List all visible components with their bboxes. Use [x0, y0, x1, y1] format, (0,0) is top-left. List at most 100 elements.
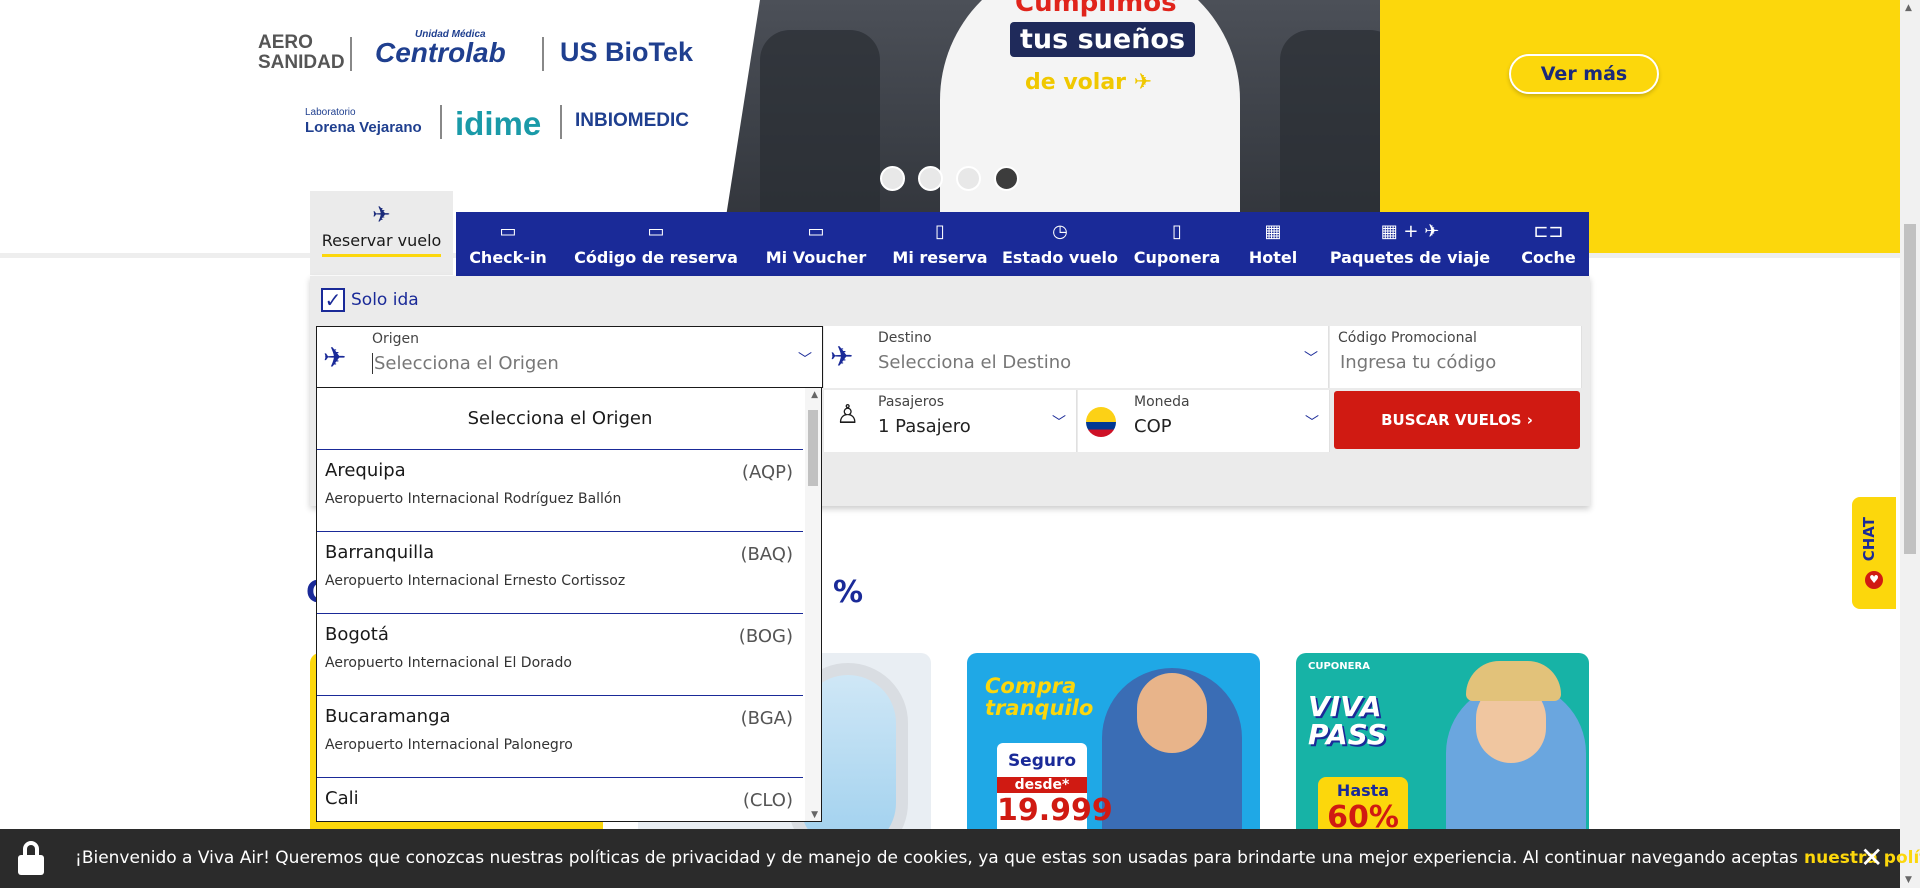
- scroll-down-icon[interactable]: ▼: [811, 810, 818, 820]
- promo-input[interactable]: Ingresa tu código: [1340, 352, 1496, 373]
- airport-name: Aeropuerto Internacional El Dorado: [325, 655, 572, 671]
- moneda-select[interactable]: COP: [1134, 416, 1172, 437]
- promo-field[interactable]: Código Promocional Ingresa tu código: [1330, 326, 1582, 388]
- cookie-text: ¡Bienvenido a Viva Air! Queremos que con…: [75, 848, 1799, 868]
- chevron-right-icon: ›: [1526, 411, 1533, 429]
- seguro-price: 19.999: [997, 793, 1113, 828]
- tab-label: Mi Voucher: [765, 248, 867, 267]
- checkbox-check-icon[interactable]: ✓: [321, 288, 345, 312]
- close-icon[interactable]: ✕: [1860, 841, 1883, 874]
- tab-estado-vuelo[interactable]: ◷ Estado vuelo: [1000, 212, 1120, 276]
- hero-text-2: tus sueños: [1010, 22, 1196, 57]
- scrollbar-thumb[interactable]: [1904, 224, 1916, 554]
- scroll-up-icon[interactable]: ▲: [1905, 3, 1912, 13]
- list-item[interactable]: Cali (CLO): [317, 778, 803, 821]
- tab-paquetes-viaje[interactable]: ▦ + ✈ Paquetes de viaje: [1312, 212, 1508, 276]
- scroll-down-icon[interactable]: ▼: [1905, 875, 1912, 885]
- chevron-down-icon[interactable]: ﹀: [798, 349, 812, 369]
- scroll-up-icon[interactable]: ▲: [811, 390, 818, 400]
- plane-icon: ✈: [830, 340, 854, 373]
- tab-label: Código de reserva: [574, 248, 738, 267]
- page-scrollbar[interactable]: ▲ ▼: [1900, 0, 1920, 888]
- man-face: [1137, 673, 1207, 753]
- tab-label: Hotel: [1248, 248, 1298, 267]
- list-item[interactable]: Bucaramanga (BGA) Aeropuerto Internacion…: [317, 696, 803, 778]
- tab-label: Check-in: [469, 248, 547, 267]
- tab-label: Estado vuelo: [1001, 248, 1119, 267]
- airport-code: (CLO): [742, 790, 793, 811]
- desde-label: desde*: [997, 777, 1087, 793]
- airport-name: Aeropuerto Internacional Ernesto Cortiss…: [325, 573, 626, 589]
- ticket-icon: ▭: [499, 221, 517, 242]
- promo-label: Código Promocional: [1338, 330, 1477, 346]
- section-title-fragment: %: [833, 575, 864, 610]
- voucher-icon: ▭: [807, 221, 825, 242]
- list-item[interactable]: Bogotá (BOG) Aeropuerto Internacional El…: [317, 614, 803, 696]
- origen-field[interactable]: ✈ Origen Selecciona el Origen ﹀: [316, 326, 823, 388]
- tab-coche[interactable]: ⊏⊐ Coche: [1508, 212, 1589, 276]
- carousel-dots: [880, 166, 1019, 191]
- buscar-vuelos-label: BUSCAR VUELOS: [1381, 411, 1522, 429]
- ver-mas-button[interactable]: Ver más: [1509, 54, 1659, 94]
- chevron-down-icon[interactable]: ﹀: [1052, 412, 1066, 432]
- tab-codigo-reserva[interactable]: ▭ Código de reserva: [560, 212, 752, 276]
- package-icon: ▦ + ✈: [1380, 221, 1440, 242]
- dropdown-scrollbar[interactable]: ▲ ▼: [805, 388, 821, 821]
- tab-label: Mi reserva: [892, 248, 988, 267]
- hasta-label: Hasta: [1336, 781, 1390, 800]
- buscar-vuelos-button[interactable]: BUSCAR VUELOS ›: [1334, 391, 1580, 449]
- carousel-dot-active[interactable]: [994, 166, 1019, 191]
- city-name: Cali: [325, 788, 359, 809]
- solo-ida-label: Solo ida: [351, 290, 419, 310]
- aero-sanidad-logo: AERO SANIDAD: [258, 32, 345, 73]
- pasajeros-field[interactable]: ♙ Pasajeros 1 Pasajero ﹀: [824, 390, 1077, 452]
- chevron-down-icon[interactable]: ﹀: [1305, 412, 1319, 432]
- chat-button[interactable]: CHAT ♥: [1852, 497, 1896, 609]
- tab-check-in[interactable]: ▭ Check-in: [456, 212, 560, 276]
- hat-image: [1466, 661, 1561, 701]
- destino-field[interactable]: ✈ Destino Selecciona el Destino ﹀: [824, 326, 1329, 388]
- carousel-dot[interactable]: [880, 166, 905, 191]
- inbiomedic-logo: INBIOMEDIC: [575, 110, 689, 131]
- pasajeros-select[interactable]: 1 Pasajero: [878, 416, 971, 437]
- destino-input[interactable]: Selecciona el Destino: [878, 352, 1071, 373]
- hero-text-3: de volar ✈: [1025, 70, 1153, 95]
- tab-cuponera[interactable]: ▯ Cuponera: [1120, 212, 1234, 276]
- carousel-dot[interactable]: [918, 166, 943, 191]
- cuponera-label: CUPONERA: [1308, 661, 1370, 672]
- heart-chat-icon: ♥: [1865, 571, 1883, 589]
- hero-text-1: Cumplimos: [1015, 0, 1177, 18]
- city-name: Barranquilla: [325, 542, 435, 563]
- origen-input[interactable]: Selecciona el Origen: [372, 353, 559, 374]
- cookie-message: ¡Bienvenido a Viva Air! Queremos que con…: [75, 848, 1920, 868]
- partner-logos: AERO SANIDAD Unidad Médica Centrolab US …: [250, 25, 720, 155]
- moneda-field[interactable]: Moneda COP ﹀: [1078, 390, 1330, 452]
- origen-dropdown: Selecciona el Origen Arequipa (AQP) Aero…: [316, 388, 822, 822]
- airport-name: Aeropuerto Internacional Rodríguez Balló…: [325, 491, 622, 507]
- carousel-dot[interactable]: [956, 166, 981, 191]
- tab-label: Coche: [1521, 248, 1576, 267]
- airport-code: (BGA): [740, 708, 793, 729]
- lorena-vejarano-logo: Laboratorio Lorena Vejarano: [305, 107, 422, 136]
- chevron-down-icon[interactable]: ﹀: [1304, 348, 1318, 368]
- us-biotek-logo: US BioTek: [560, 37, 694, 67]
- tab-mi-reserva[interactable]: ▯ Mi reserva: [880, 212, 1000, 276]
- list-item[interactable]: Arequipa (AQP) Aeropuerto Internacional …: [317, 450, 803, 532]
- centrolab-logo: Unidad Médica Centrolab: [375, 29, 506, 68]
- building-icon: ▦: [1264, 221, 1282, 242]
- city-name: Bogotá: [325, 624, 389, 645]
- moneda-label: Moneda: [1134, 394, 1190, 410]
- lock-icon: [14, 841, 48, 875]
- viva-pass-logo: VIVA PASS: [1308, 690, 1387, 751]
- tabs-bar: ▭ Check-in ▭ Código de reserva ▭ Mi Vouc…: [456, 212, 1589, 276]
- tab-label: Cuponera: [1133, 248, 1221, 267]
- tab-mi-voucher[interactable]: ▭ Mi Voucher: [752, 212, 880, 276]
- scrollbar-thumb[interactable]: [808, 410, 818, 486]
- destino-label: Destino: [878, 330, 932, 346]
- tab-hotel[interactable]: ▦ Hotel: [1234, 212, 1312, 276]
- pasajeros-label: Pasajeros: [878, 394, 945, 410]
- list-item[interactable]: Barranquilla (BAQ) Aeropuerto Internacio…: [317, 532, 803, 614]
- airport-code: (AQP): [741, 462, 793, 483]
- tab-reservar-vuelo[interactable]: ✈ Reservar vuelo: [310, 191, 453, 275]
- solo-ida-checkbox[interactable]: ✓ Solo ida: [321, 288, 419, 312]
